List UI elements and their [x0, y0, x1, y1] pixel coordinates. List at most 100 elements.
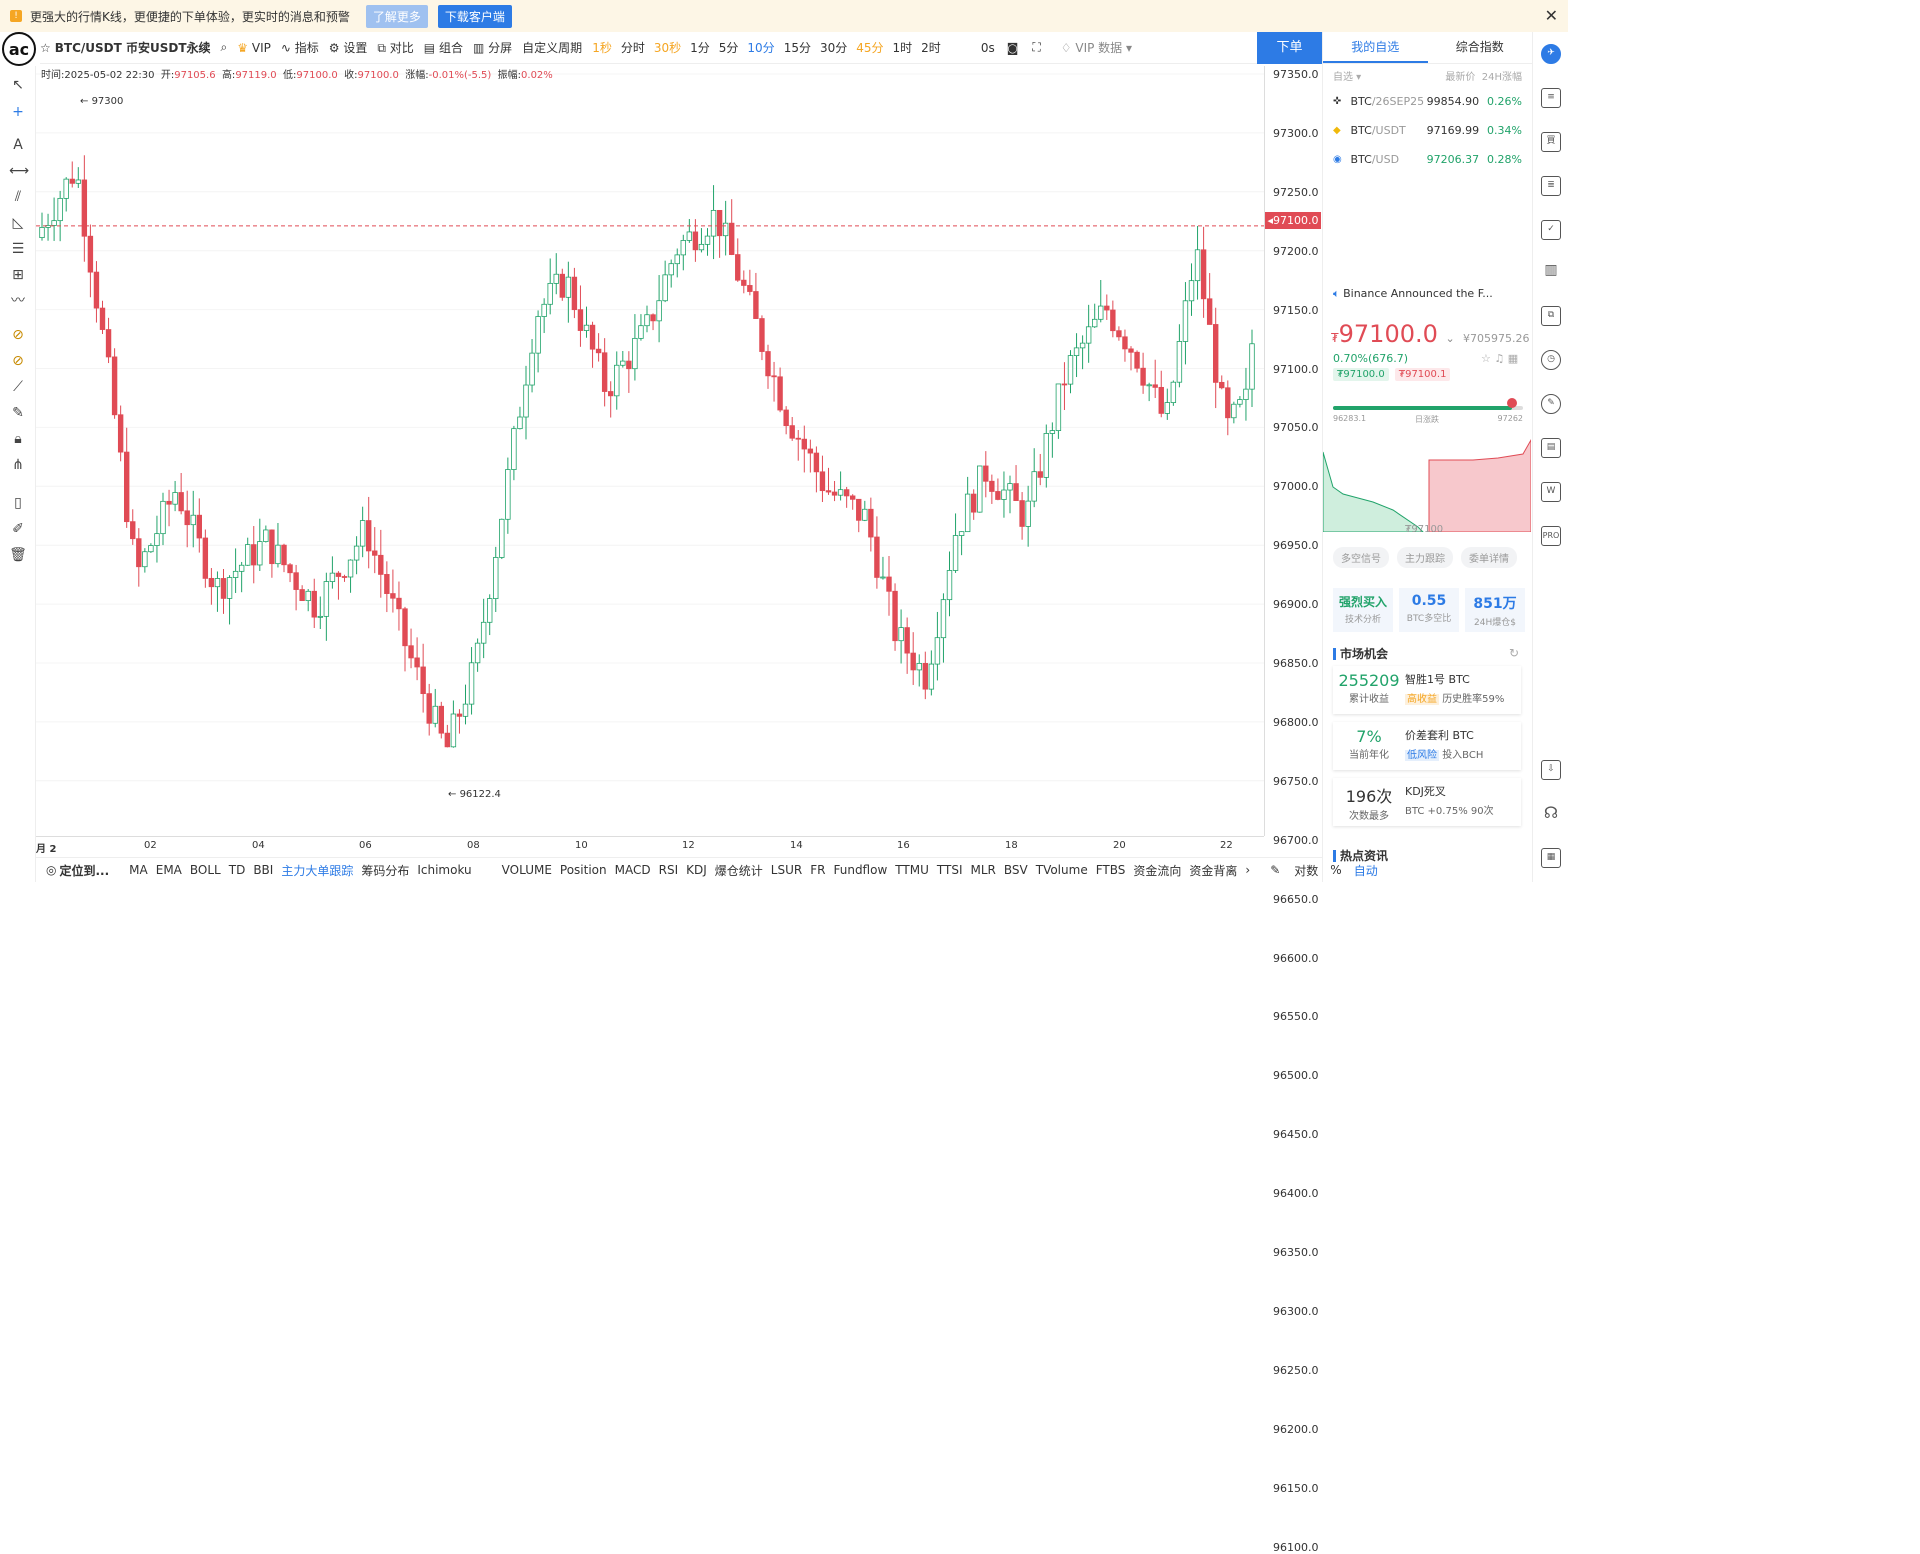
trash-icon[interactable]: 🗑︎ — [9, 546, 27, 564]
time-axis[interactable]: 月 2 02 04 06 08 10 12 14 16 18 20 22 — [36, 836, 1264, 856]
period-timeshare[interactable]: 分时 — [621, 39, 645, 56]
price-axis[interactable]: 97350.0 97300.0 97250.0 97200.0 97150.0 97100… — [1264, 66, 1322, 1554]
period-10m[interactable]: 10分 — [747, 39, 774, 56]
buy-icon[interactable]: 買 — [1541, 132, 1561, 152]
main-force-tracking-button[interactable]: 主力跟踪 — [1397, 547, 1453, 568]
compare-button[interactable]: ⧉ 对比 — [377, 39, 413, 56]
bars-icon[interactable]: ▥ — [1541, 262, 1561, 282]
liquidation-card[interactable]: 851万 24H爆仓$ — [1465, 588, 1525, 632]
ind-lsur[interactable]: LSUR — [771, 863, 802, 877]
symbol-name[interactable]: BTC/USDT 币安USDT永续 — [55, 39, 211, 56]
ind-fundflow[interactable]: Fundflow — [833, 863, 887, 877]
long-short-ratio-card[interactable]: 0.55 BTC多空比 — [1399, 588, 1459, 632]
calc-icon[interactable]: ▦ — [1508, 352, 1518, 365]
watchlist-row[interactable]: ◉ BTC/USD 97206.37 0.28% — [1323, 145, 1532, 174]
parallel-lines-icon[interactable]: ☰ — [9, 240, 27, 258]
opportunity-card[interactable]: 7% 当前年化 价差套利 BTC 低风险 投入BCH — [1333, 722, 1521, 770]
ind-main-force[interactable]: 主力大单跟踪 — [281, 862, 353, 879]
lock-icon[interactable]: 🔒︎ — [9, 430, 27, 448]
ruler-icon[interactable]: ⟋ — [9, 378, 27, 396]
vip-data-dropdown[interactable]: ♢ VIP 数据 ▾ — [1061, 39, 1132, 56]
ind-position[interactable]: Position — [560, 863, 607, 877]
learn-more-button[interactable]: 了解更多 — [365, 4, 428, 28]
candlestick-chart[interactable] — [36, 66, 1264, 1547]
split-screen-button[interactable]: ▥ 分屏 — [473, 39, 512, 56]
bookmark-icon[interactable]: ▯ — [9, 494, 27, 512]
app-logo[interactable]: ac — [2, 32, 36, 66]
watch-news-icon[interactable]: ≡ — [1541, 88, 1561, 108]
ind-rsi[interactable]: RSI — [659, 863, 679, 877]
period-1m[interactable]: 1分 — [690, 39, 710, 56]
camera-icon[interactable]: ◙ — [1007, 41, 1019, 55]
ind-boll[interactable]: BOLL — [190, 863, 221, 877]
ind-volume[interactable]: VOLUME — [502, 863, 552, 877]
settings-button[interactable]: ⚙ 设置 — [329, 39, 368, 56]
ind-kdj[interactable]: KDJ — [686, 863, 707, 877]
opportunity-card[interactable]: 196次 次数最多 KDJ死叉 BTC +0.75% 90次 — [1333, 778, 1521, 826]
log-scale-toggle[interactable]: 对数 — [1294, 862, 1318, 879]
period-45m[interactable]: 45分 — [856, 39, 883, 56]
download-client-button[interactable]: 下载客户端 — [437, 4, 512, 28]
combine-button[interactable]: ▤ 组合 — [424, 39, 463, 56]
chevron-right-icon[interactable]: › — [1245, 863, 1250, 877]
plugin-icon[interactable]: ⧉ — [1541, 306, 1561, 326]
ind-liquidation[interactable]: 爆仓统计 — [715, 862, 763, 879]
watchlist-row[interactable]: ✜ BTC/26SEP25 99854.90 0.26% — [1323, 87, 1532, 116]
triangle-tool-icon[interactable]: ◺ — [9, 214, 27, 232]
checklist-icon[interactable]: ✓ — [1541, 220, 1561, 240]
order-details-button[interactable]: 委单详情 — [1461, 547, 1517, 568]
tab-composite-index[interactable]: 综合指数 — [1428, 32, 1533, 63]
magnet-icon[interactable]: ⋔ — [9, 456, 27, 474]
crosshair-icon[interactable]: + — [9, 103, 27, 121]
ind-fund-flow-cn[interactable]: 资金流向 — [1133, 862, 1181, 879]
ind-ttmu[interactable]: TTMU — [895, 863, 929, 877]
text-tool-icon[interactable]: A — [9, 136, 27, 154]
channel-tool-icon[interactable]: ⫽ — [9, 188, 27, 206]
ind-td[interactable]: TD — [229, 863, 246, 877]
fullscreen-icon[interactable]: ⛶ — [1032, 40, 1040, 55]
ind-macd[interactable]: MACD — [615, 863, 651, 877]
brush-icon[interactable]: ✎ — [9, 404, 27, 422]
edit-icon[interactable]: ✐ — [9, 520, 27, 538]
ind-ftbs[interactable]: FTBS — [1096, 863, 1126, 877]
period-1h[interactable]: 1时 — [893, 39, 913, 56]
news-ticker[interactable]: 🔈︎ Binance Announced the F... — [1333, 287, 1493, 301]
qr-code-icon[interactable]: ▦ — [1541, 848, 1561, 868]
pointer-icon[interactable]: ↖ — [9, 76, 27, 94]
locate-button[interactable]: 定位到... — [59, 862, 109, 879]
grid-tool-icon[interactable]: ⊞ — [9, 266, 27, 284]
edit-indicators-icon[interactable]: ✎ — [1270, 863, 1280, 877]
vip-button[interactable]: ♛ VIP — [237, 41, 271, 55]
watchlist-group-dropdown[interactable]: 自选 ▾ — [1333, 68, 1361, 83]
period-5m[interactable]: 5分 — [719, 39, 739, 56]
ind-tvolume[interactable]: TVolume — [1036, 863, 1088, 877]
ind-ttsi[interactable]: TTSI — [937, 863, 963, 877]
headset-icon[interactable]: ☊ — [1541, 804, 1561, 824]
indicators-button[interactable]: ∿ 指标 — [281, 39, 319, 56]
place-order-button[interactable]: 下单 — [1257, 32, 1322, 64]
ind-ichimoku[interactable]: Ichimoku — [417, 863, 471, 877]
w-icon[interactable]: W — [1541, 482, 1561, 502]
period-1s[interactable]: 1秒 — [592, 39, 612, 56]
pro-icon[interactable]: PRO — [1541, 526, 1561, 546]
pen-circle-icon[interactable]: ✎ — [1541, 394, 1561, 414]
watchlist-row[interactable]: ◆ BTC/USDT 97169.99 0.34% — [1323, 116, 1532, 145]
period-2h[interactable]: 2时 — [921, 39, 941, 56]
chevron-down-icon[interactable]: ⌄ — [1446, 332, 1455, 345]
period-30m[interactable]: 30分 — [820, 39, 847, 56]
locate-icon[interactable]: ◎ — [46, 863, 56, 877]
ind-divergence[interactable]: 资金背离 — [1189, 862, 1237, 879]
ind-bsv[interactable]: BSV — [1004, 863, 1028, 877]
ind-fr[interactable]: FR — [810, 863, 825, 877]
tab-watchlist[interactable]: 我的自选 — [1323, 32, 1428, 63]
wave-tool-icon[interactable]: 〰 — [9, 292, 27, 310]
custom-period-dropdown[interactable]: 自定义周期 — [522, 39, 582, 56]
fib-tool-icon[interactable]: ⊘ — [9, 326, 27, 344]
clock-icon[interactable]: ◷ — [1541, 350, 1561, 370]
tech-analysis-card[interactable]: 强烈买入 技术分析 — [1333, 588, 1393, 632]
long-short-signal-button[interactable]: 多空信号 — [1333, 547, 1389, 568]
period-15m[interactable]: 15分 — [784, 39, 811, 56]
close-icon[interactable]: ✕ — [1545, 6, 1558, 25]
ind-ema[interactable]: EMA — [156, 863, 182, 877]
ind-chips[interactable]: 筹码分布 — [361, 862, 409, 879]
